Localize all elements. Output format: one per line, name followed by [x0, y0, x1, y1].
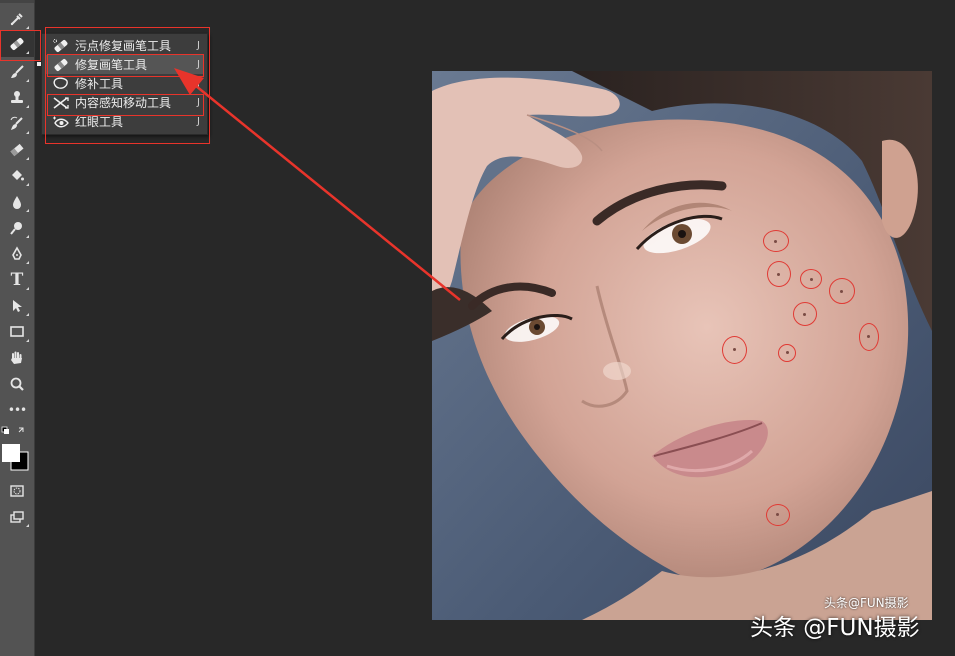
content-aware-move-icon [53, 96, 69, 109]
pen-icon [12, 246, 22, 260]
menu-item-label: 污点修复画笔工具 [75, 39, 172, 53]
watermark-large: 头条 @FUN摄影 [750, 615, 920, 641]
menu-item-label: 修复画笔工具 [75, 58, 148, 72]
red-eye-icon [52, 116, 69, 127]
clone-stamp-tool[interactable] [0, 85, 34, 111]
tools-panel: T ••• [0, 0, 35, 656]
eyedropper-icon [10, 13, 23, 26]
shortcut-label: J [197, 40, 200, 51]
pen-tool[interactable] [0, 241, 34, 267]
menu-item-healing-brush[interactable]: 修复画笔工具 J [37, 55, 204, 74]
blemish-marker-circle [767, 261, 791, 287]
eyedropper-tool[interactable] [0, 6, 34, 32]
eraser-icon [10, 143, 24, 157]
menu-item-content-aware-move[interactable]: 内容感知移动工具 J [46, 93, 204, 112]
type-tool[interactable]: T [0, 267, 34, 293]
color-swatches-icon [1, 426, 29, 471]
hand-icon [11, 351, 22, 364]
active-tool-indicator [37, 62, 41, 66]
hand-tool[interactable] [0, 345, 34, 371]
more-tools-icon: ••• [7, 403, 27, 417]
rectangle-icon [10, 326, 24, 337]
shortcut-label: J [197, 116, 200, 127]
menu-item-red-eye[interactable]: 红眼工具 J [46, 112, 204, 131]
blemish-marker-circle [778, 344, 796, 362]
healing-brush-tool[interactable] [0, 31, 34, 57]
brush-icon [11, 65, 24, 78]
clone-stamp-icon [11, 91, 23, 103]
zoom-icon [10, 377, 24, 391]
blemish-marker-circle [766, 504, 790, 526]
dodge-icon [10, 222, 22, 235]
brush-tool[interactable] [0, 59, 34, 85]
paint-bucket-icon [12, 170, 24, 181]
panel-grip[interactable] [0, 0, 34, 3]
blur-icon [13, 196, 21, 209]
shortcut-label: J [197, 59, 200, 70]
blemish-marker-circle [763, 230, 789, 252]
menu-item-spot-healing-brush[interactable]: 污点修复画笔工具 J [46, 36, 204, 55]
menu-item-label: 修补工具 [75, 77, 124, 91]
screen-mode-icon [10, 511, 24, 523]
edit-toolbar-button[interactable]: ••• [0, 397, 34, 423]
screen-mode-tool[interactable] [0, 504, 34, 530]
patch-icon [53, 77, 68, 89]
menu-item-patch[interactable]: 修补工具 J [46, 74, 204, 93]
type-icon: T [10, 269, 24, 290]
menu-item-label: 红眼工具 [75, 115, 124, 129]
blemish-marker-circle [859, 323, 879, 351]
shortcut-label: J [197, 78, 200, 89]
blemish-marker-circle [793, 302, 817, 326]
quick-mask-tool[interactable] [0, 478, 34, 504]
paint-bucket-tool[interactable] [0, 163, 34, 189]
photo-canvas[interactable] [432, 71, 932, 620]
healing-tools-flyout: 污点修复画笔工具 J 修复画笔工具 J 修补工具 J 内容感知移动工具 J 红眼… [37, 33, 208, 135]
history-brush-icon [10, 116, 23, 130]
rectangle-tool[interactable] [0, 319, 34, 345]
blemish-marker-circle [722, 336, 747, 364]
menu-item-label: 内容感知移动工具 [75, 96, 172, 110]
blur-tool[interactable] [0, 189, 34, 215]
spot-healing-brush-icon [52, 38, 67, 52]
shortcut-label: J [197, 97, 200, 108]
quick-mask-icon [10, 485, 24, 497]
dodge-tool[interactable] [0, 215, 34, 241]
healing-brush-icon [54, 58, 67, 71]
path-selection-tool[interactable] [0, 293, 34, 319]
blemish-marker-circle [800, 269, 822, 289]
eraser-tool[interactable] [0, 137, 34, 163]
blemish-marker-circle [829, 278, 855, 304]
path-selection-icon [13, 300, 22, 312]
color-swatches[interactable] [0, 424, 34, 474]
history-brush-tool[interactable] [0, 111, 34, 137]
zoom-tool[interactable] [0, 371, 34, 397]
portrait-image [432, 71, 932, 620]
